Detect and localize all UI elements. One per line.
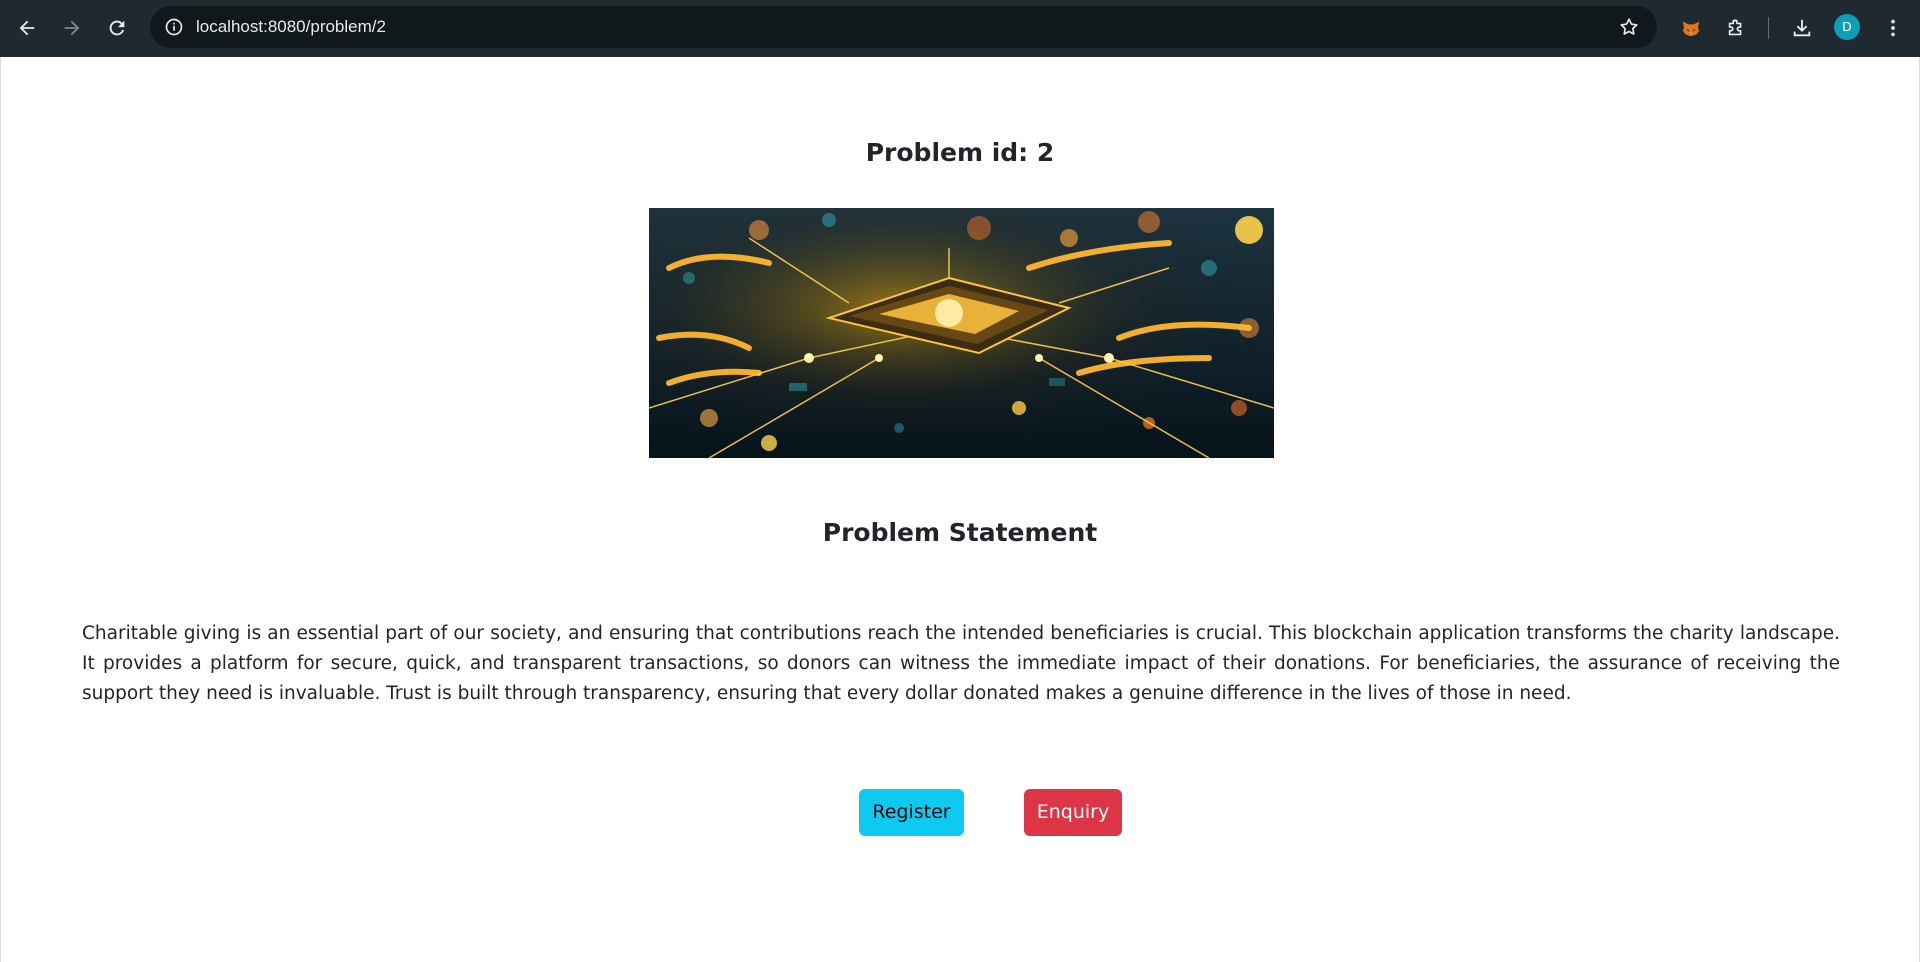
reload-button[interactable] — [103, 14, 131, 42]
address-bar[interactable]: localhost:8080/problem/2 — [150, 6, 1657, 48]
reload-icon — [109, 20, 125, 36]
profile-avatar[interactable]: D — [1834, 14, 1860, 40]
problem-image — [649, 208, 1274, 458]
browser-toolbar: localhost:8080/problem/2 D — [0, 0, 1920, 57]
browser-menu-button[interactable] — [1878, 13, 1908, 43]
url-text[interactable]: localhost:8080/problem/2 — [196, 6, 386, 48]
download-icon — [1793, 19, 1811, 37]
page-viewport: Problem id: 2 Problem Statement Charitab… — [0, 57, 1920, 962]
extensions-puzzle-icon — [1728, 19, 1742, 36]
blockchain-circuit-illustration — [649, 208, 1274, 458]
bookmark-button[interactable] — [1617, 15, 1641, 39]
problem-statement-text: Charitable giving is an essential part o… — [82, 623, 1840, 704]
kebab-menu-icon — [1891, 19, 1895, 37]
back-arrow-icon — [19, 20, 35, 36]
problem-id-heading: Problem id: 2 — [865, 138, 1055, 167]
site-info-icon — [165, 18, 183, 36]
back-button[interactable] — [13, 14, 41, 42]
extensions-button[interactable] — [1721, 13, 1751, 43]
forward-button[interactable] — [58, 14, 86, 42]
downloads-button[interactable] — [1787, 13, 1817, 43]
site-info-button[interactable] — [160, 13, 188, 41]
register-button[interactable]: Register — [859, 789, 964, 836]
forward-arrow-icon — [64, 20, 80, 36]
fox-extension-icon — [1682, 21, 1700, 37]
bookmark-star-icon — [1620, 18, 1638, 35]
toolbar-divider — [1768, 17, 1769, 39]
enquiry-button[interactable]: Enquiry — [1024, 789, 1122, 836]
fox-extension-button[interactable] — [1676, 13, 1706, 43]
problem-statement-heading: Problem Statement — [822, 518, 1098, 547]
